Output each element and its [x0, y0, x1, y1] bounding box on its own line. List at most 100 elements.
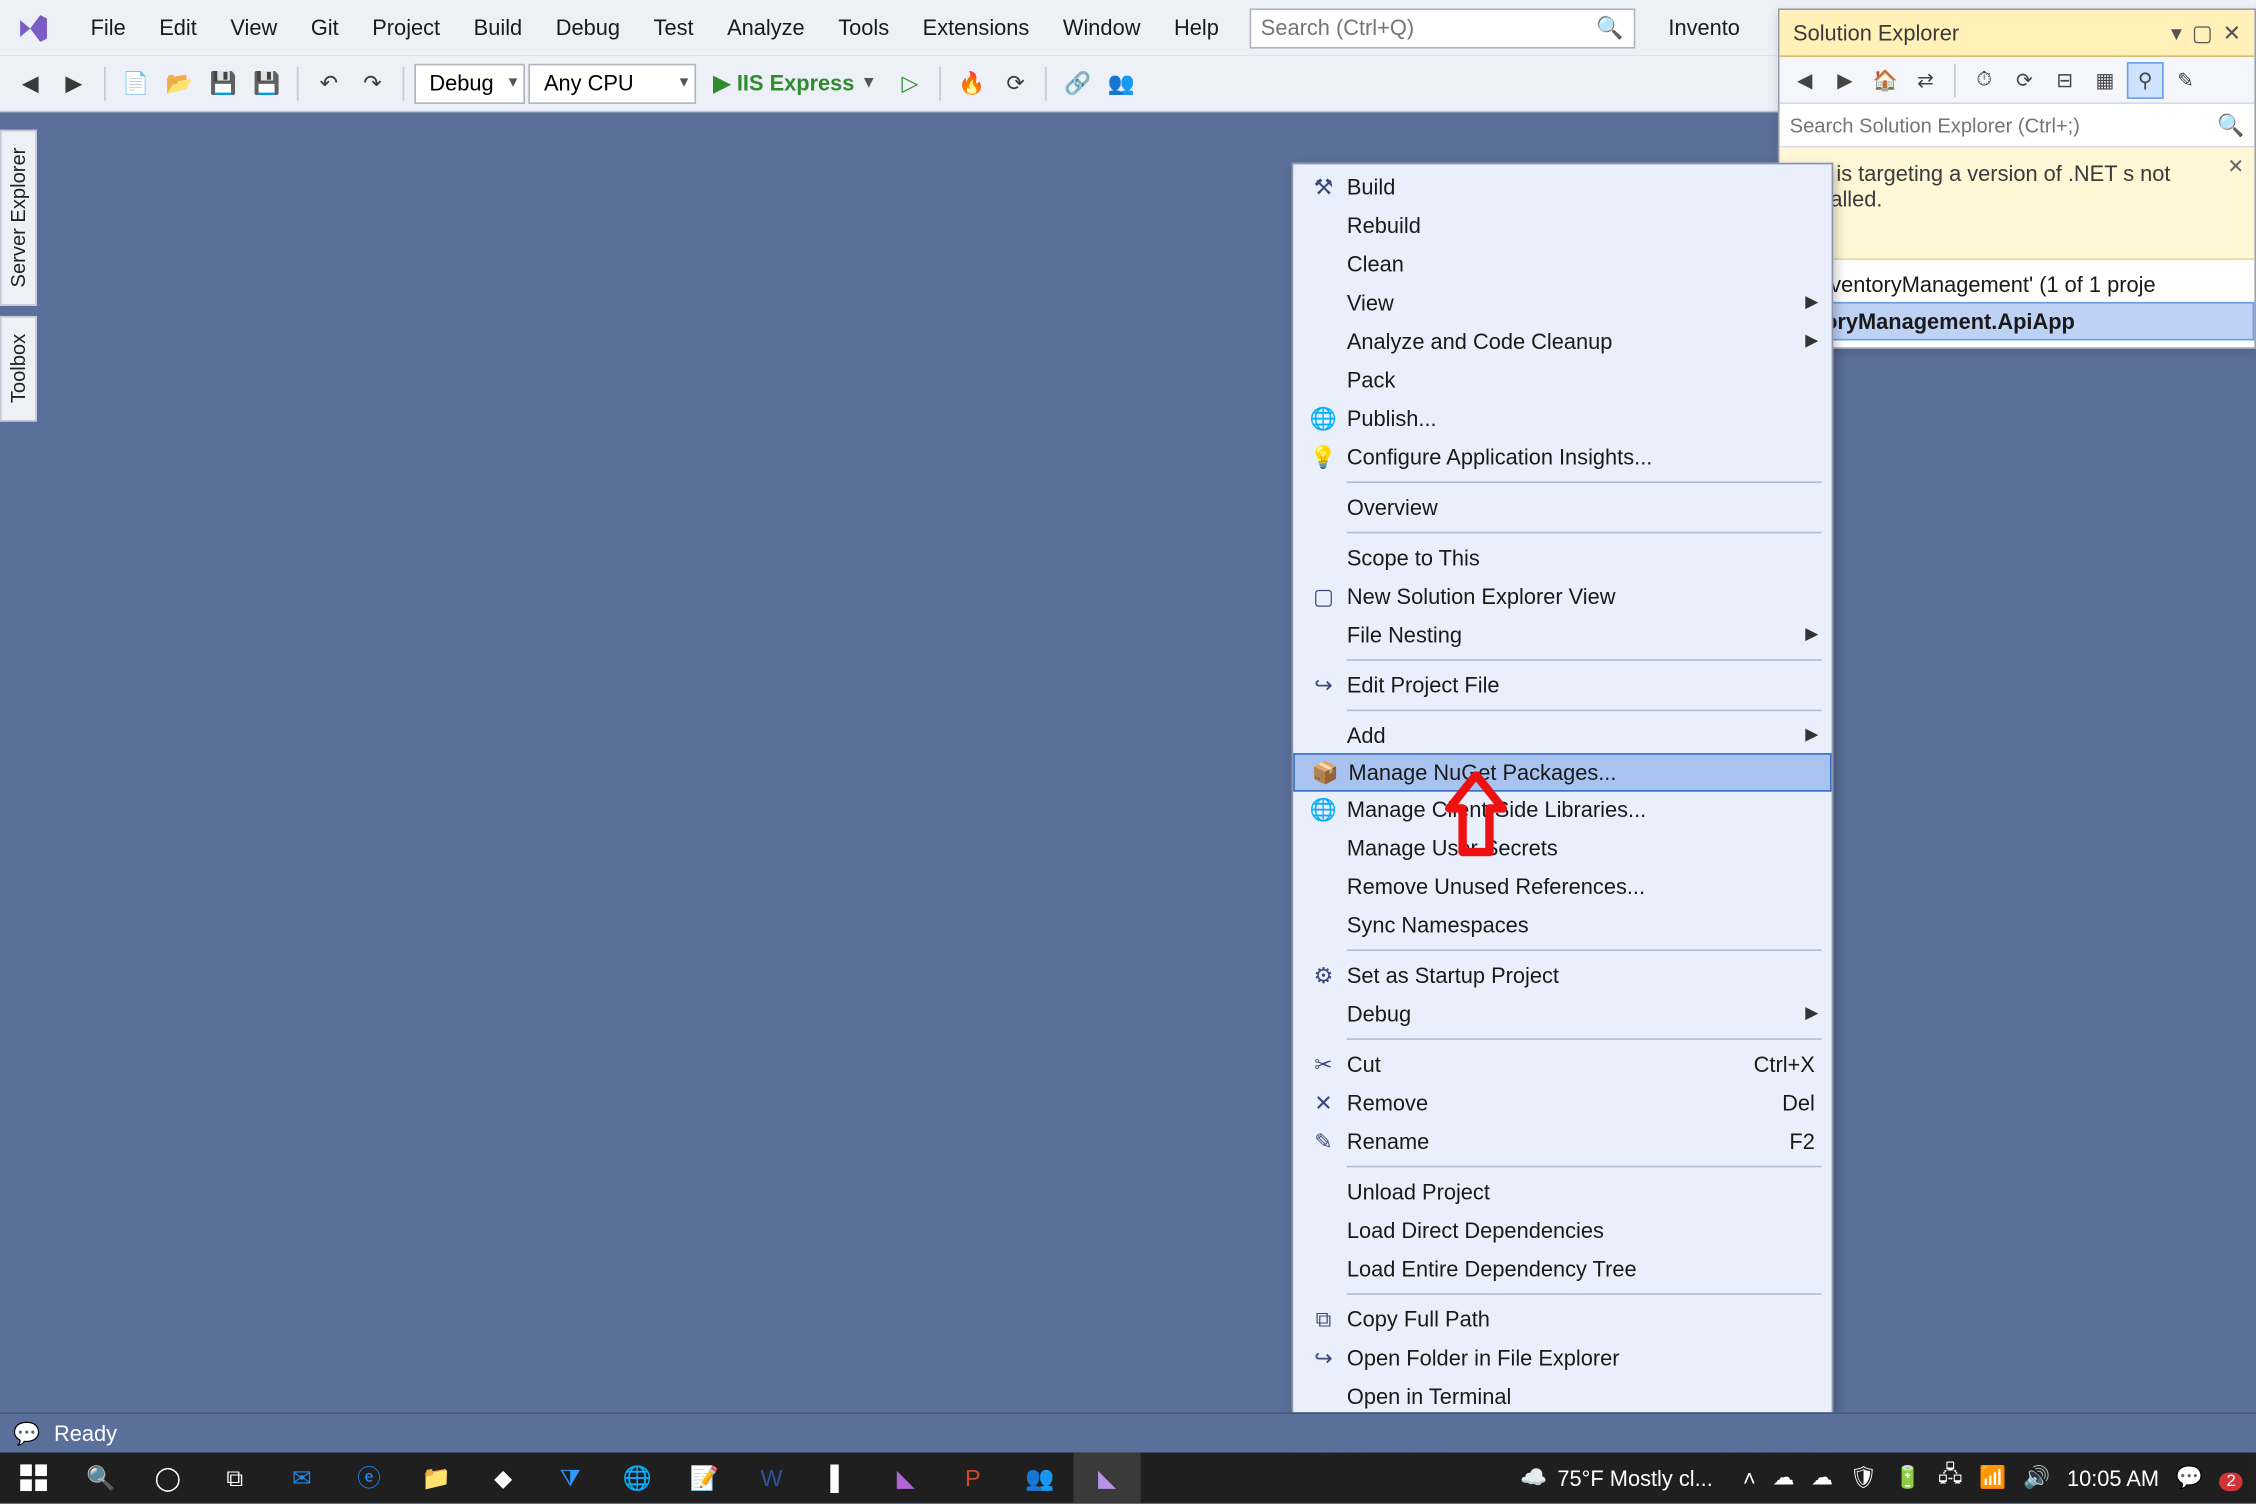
se-home-icon[interactable]: 🏠 [1867, 61, 1904, 98]
panel-maximize-icon[interactable]: ▢ [2192, 19, 2213, 46]
start-button-icon[interactable] [0, 1453, 67, 1503]
solution-node[interactable]: n 'InventoryManagement' (1 of 1 proje [1780, 267, 2255, 302]
taskbar-explorer-icon[interactable]: 📁 [403, 1453, 470, 1503]
ctx-clean[interactable]: Clean [1293, 245, 1831, 284]
save-icon[interactable]: 💾 [203, 63, 243, 103]
ctx-manage-user-secrets[interactable]: Manage User Secrets [1293, 829, 1831, 868]
ctx-view[interactable]: View▶ [1293, 283, 1831, 322]
taskbar-vs-active-icon[interactable]: ◣ [1073, 1453, 1140, 1503]
taskbar-teams-icon[interactable]: 👥 [1006, 1453, 1073, 1503]
ctx-load-entire-dependency-tree[interactable]: Load Entire Dependency Tree [1293, 1250, 1831, 1289]
ctx-open-in-terminal[interactable]: Open in Terminal [1293, 1377, 1831, 1416]
taskbar-vs-icon[interactable]: ◣ [872, 1453, 939, 1503]
new-project-icon[interactable]: 📄 [116, 63, 156, 103]
undo-icon[interactable]: ↶ [309, 63, 349, 103]
taskbar-ie-icon[interactable]: ⓔ [335, 1453, 402, 1503]
taskbar-search-icon[interactable]: 🔍 [67, 1453, 134, 1503]
se-preview-icon[interactable]: ⚲ [2127, 61, 2164, 98]
tray-volume-icon[interactable]: 🔊 [2023, 1464, 2050, 1491]
ctx-load-direct-dependencies[interactable]: Load Direct Dependencies [1293, 1211, 1831, 1250]
ctx-rebuild[interactable]: Rebuild [1293, 206, 1831, 245]
start-without-debug-icon[interactable]: ▷ [890, 63, 930, 103]
taskbar-outlook-icon[interactable]: ✉ [268, 1453, 335, 1503]
se-switch-views-icon[interactable]: ⇄ [1907, 61, 1944, 98]
tray-chevron-icon[interactable]: ˄ [1743, 1465, 1756, 1490]
live-share-icon[interactable]: 👥 [1101, 63, 1141, 103]
tray-onedrive-icon[interactable]: ☁ [1772, 1464, 1794, 1491]
run-button[interactable]: ▶ IIS Express ▾ [700, 63, 886, 103]
menu-view[interactable]: View [214, 5, 294, 50]
ctx-edit-project-file[interactable]: ↪Edit Project File [1293, 666, 1831, 705]
ctx-file-nesting[interactable]: File Nesting▶ [1293, 616, 1831, 655]
taskbar-word-icon[interactable]: W [738, 1453, 805, 1503]
ctx-overview[interactable]: Overview [1293, 488, 1831, 527]
tray-notifications-icon[interactable]: 💬 [2176, 1464, 2203, 1491]
ctx-publish[interactable]: 🌐Publish... [1293, 399, 1831, 438]
menu-window[interactable]: Window [1046, 5, 1157, 50]
ctx-set-as-startup-project[interactable]: ⚙Set as Startup Project [1293, 956, 1831, 995]
ctx-build[interactable]: ⚒Build [1293, 168, 1831, 207]
menu-project[interactable]: Project [355, 5, 456, 50]
ctx-debug[interactable]: Debug▶ [1293, 995, 1831, 1034]
ctx-unload-project[interactable]: Unload Project [1293, 1172, 1831, 1211]
menu-file[interactable]: File [74, 5, 143, 50]
se-back-icon[interactable]: ◀ [1786, 61, 1823, 98]
taskbar-ppt-icon[interactable]: P [939, 1453, 1006, 1503]
taskbar-app-icon[interactable]: ◆ [470, 1453, 537, 1503]
taskbar-terminal-icon[interactable]: ▌ [805, 1453, 872, 1503]
ctx-analyze-and-code-cleanup[interactable]: Analyze and Code Cleanup▶ [1293, 322, 1831, 361]
ctx-copy-full-path[interactable]: ⧉Copy Full Path [1293, 1300, 1831, 1339]
open-icon[interactable]: 📂 [159, 63, 199, 103]
panel-dropdown-icon[interactable]: ▾ [2171, 19, 2182, 46]
ctx-manage-client-side-libraries[interactable]: 🌐Manage Client-Side Libraries... [1293, 790, 1831, 829]
save-all-icon[interactable]: 💾 [247, 63, 287, 103]
platform-combo[interactable]: Any CPU [529, 63, 697, 103]
project-node[interactable]: entoryManagement.ApiApp [1780, 302, 2255, 341]
ctx-scope-to-this[interactable]: Scope to This [1293, 538, 1831, 577]
ctx-pack[interactable]: Pack [1293, 361, 1831, 400]
ctx-remove[interactable]: ✕RemoveDel [1293, 1084, 1831, 1123]
ctx-add[interactable]: Add▶ [1293, 716, 1831, 755]
se-collapse-icon[interactable]: ⊟ [2046, 61, 2083, 98]
ctx-sync-namespaces[interactable]: Sync Namespaces [1293, 906, 1831, 945]
tray-network-icon[interactable]: 🖧 [1938, 1459, 1962, 1496]
menu-edit[interactable]: Edit [142, 5, 213, 50]
taskbar-edge-icon[interactable]: 🌐 [604, 1453, 671, 1503]
menu-debug[interactable]: Debug [539, 5, 637, 50]
taskbar-notepad-icon[interactable]: 📝 [671, 1453, 738, 1503]
browser-link-icon[interactable]: 🔗 [1057, 63, 1097, 103]
se-fwd-icon[interactable]: ▶ [1827, 61, 1864, 98]
se-show-all-icon[interactable]: ▦ [2087, 61, 2124, 98]
menu-extensions[interactable]: Extensions [906, 5, 1046, 50]
config-combo[interactable]: Debug [414, 63, 525, 103]
refresh-icon[interactable]: ⟳ [995, 63, 1035, 103]
quick-search-input[interactable] [1261, 15, 1563, 40]
solution-explorer-search-input[interactable] [1790, 113, 2245, 136]
tray-time[interactable]: 10:05 AM [2067, 1465, 2159, 1490]
hot-reload-icon[interactable]: 🔥 [952, 63, 992, 103]
menu-build[interactable]: Build [457, 5, 539, 50]
cortana-icon[interactable]: ◯ [134, 1453, 201, 1503]
ctx-open-folder-in-file-explorer[interactable]: ↪Open Folder in File Explorer [1293, 1338, 1831, 1377]
tray-security-icon[interactable]: 🛡 [1850, 1464, 1878, 1491]
nav-back-icon[interactable]: ◀ [10, 63, 50, 103]
menu-help[interactable]: Help [1157, 5, 1235, 50]
ctx-rename[interactable]: ✎RenameF2 [1293, 1122, 1831, 1161]
menu-analyze[interactable]: Analyze [710, 5, 821, 50]
dock-tab-toolbox[interactable]: Toolbox [0, 316, 37, 422]
ctx-configure-application-insights[interactable]: 💡Configure Application Insights... [1293, 438, 1831, 477]
taskbar-vscode-icon[interactable]: ⧩ [537, 1453, 604, 1503]
menu-git[interactable]: Git [294, 5, 355, 50]
solution-explorer-titlebar[interactable]: Solution Explorer ▾ ▢ ✕ [1780, 10, 2255, 57]
redo-icon[interactable]: ↷ [352, 63, 392, 103]
warning-close-icon[interactable]: ✕ [2227, 154, 2244, 177]
ctx-new-solution-explorer-view[interactable]: ▢New Solution Explorer View [1293, 577, 1831, 616]
dock-tab-server-explorer[interactable]: Server Explorer [0, 129, 37, 306]
tray-wifi-icon[interactable]: 📶 [1979, 1464, 2006, 1491]
ctx-cut[interactable]: ✂CutCtrl+X [1293, 1045, 1831, 1084]
status-output-icon[interactable]: 💬 [13, 1420, 40, 1447]
tray-battery-icon[interactable]: 🔋 [1894, 1464, 1921, 1491]
ctx-remove-unused-references[interactable]: Remove Unused References... [1293, 867, 1831, 906]
taskbar-weather[interactable]: ☁️ 75°F Mostly cl... [1520, 1464, 1713, 1491]
task-view-icon[interactable]: ⧉ [201, 1453, 268, 1503]
